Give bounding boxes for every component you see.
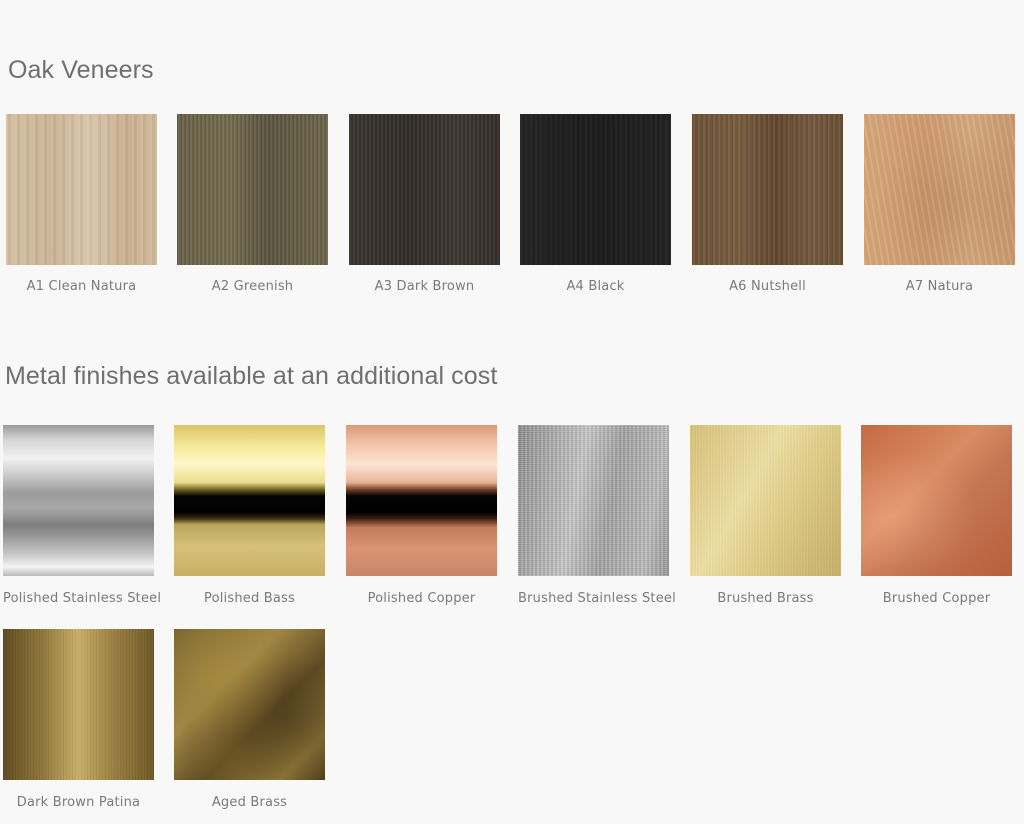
swatch-image[interactable] xyxy=(520,114,671,265)
swatch-brushed-brass[interactable]: Brushed Brass xyxy=(690,425,841,606)
swatch-image[interactable] xyxy=(690,425,841,576)
swatch-brushed-stainless-steel[interactable]: Brushed Stainless Steel xyxy=(518,425,676,606)
swatch-label: A7 Natura xyxy=(905,279,974,294)
swatch-image[interactable] xyxy=(6,114,157,265)
swatch-label: Brushed Brass xyxy=(717,591,814,606)
swatch-polished-bass[interactable]: Polished Bass xyxy=(174,425,325,606)
swatch-image[interactable] xyxy=(174,425,325,576)
swatch-a3-dark-brown[interactable]: A3 Dark Brown xyxy=(349,114,500,294)
swatch-label: A1 Clean Natura xyxy=(26,279,137,294)
swatch-brushed-copper[interactable]: Brushed Copper xyxy=(861,425,1012,606)
swatch-polished-stainless-steel[interactable]: Polished Stainless Steel xyxy=(3,425,162,606)
swatch-label: Aged Brass xyxy=(211,795,288,810)
swatch-image[interactable] xyxy=(864,114,1015,265)
swatch-image[interactable] xyxy=(518,425,669,576)
swatch-image[interactable] xyxy=(3,629,154,780)
swatch-image[interactable] xyxy=(174,629,325,780)
swatch-aged-brass[interactable]: Aged Brass xyxy=(174,629,325,810)
swatch-label: A2 Greenish xyxy=(211,279,294,294)
swatch-a4-black[interactable]: A4 Black xyxy=(520,114,671,294)
swatch-label: A4 Black xyxy=(566,279,625,294)
swatch-label: Polished Copper xyxy=(367,591,476,606)
oak-veneers-title: Oak Veneers xyxy=(8,56,154,84)
swatch-label: Polished Bass xyxy=(204,591,295,606)
metal-finishes-title: Metal finishes available at an additiona… xyxy=(5,362,498,390)
swatch-label: Brushed Stainless Steel xyxy=(518,591,676,606)
swatch-label: A6 Nutshell xyxy=(729,279,806,294)
swatch-image[interactable] xyxy=(177,114,328,265)
swatch-a6-nutshell[interactable]: A6 Nutshell xyxy=(692,114,843,294)
swatch-label: Polished Stainless Steel xyxy=(3,591,162,606)
swatch-a2-greenish[interactable]: A2 Greenish xyxy=(177,114,328,294)
swatch-label: Dark Brown Patina xyxy=(16,795,141,810)
swatch-label: Brushed Copper xyxy=(882,591,991,606)
swatch-image[interactable] xyxy=(3,425,154,576)
swatch-image[interactable] xyxy=(861,425,1012,576)
swatch-dark-brown-patina[interactable]: Dark Brown Patina xyxy=(3,629,154,810)
swatch-a7-natura[interactable]: A7 Natura xyxy=(864,114,1015,294)
swatch-image[interactable] xyxy=(346,425,497,576)
swatch-a1-clean-natura[interactable]: A1 Clean Natura xyxy=(6,114,157,294)
swatch-image[interactable] xyxy=(349,114,500,265)
swatch-image[interactable] xyxy=(692,114,843,265)
swatch-polished-copper[interactable]: Polished Copper xyxy=(346,425,497,606)
swatch-label: A3 Dark Brown xyxy=(374,279,475,294)
